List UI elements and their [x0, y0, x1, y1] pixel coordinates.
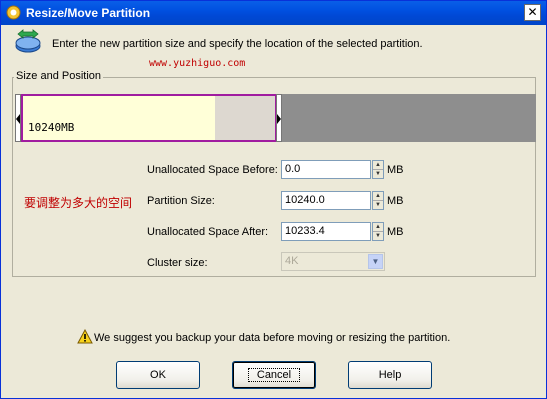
unit-label: MB: [387, 226, 404, 238]
cluster-size-label: Cluster size:: [147, 257, 208, 269]
cancel-button-label: Cancel: [247, 368, 301, 382]
left-handle-arrow-icon: [16, 114, 20, 124]
instruction-text: Enter the new partition size and specify…: [52, 38, 423, 50]
window-title: Resize/Move Partition: [26, 6, 151, 20]
spin-up-icon[interactable]: ▲: [373, 161, 383, 170]
spin-down-icon[interactable]: ▼: [373, 232, 383, 240]
spin-up-icon[interactable]: ▲: [373, 223, 383, 232]
partition-size-label-text: Partition Size:: [147, 195, 215, 207]
chevron-down-icon[interactable]: ▼: [368, 254, 383, 269]
cluster-size-select[interactable]: 4K ▼: [281, 252, 385, 271]
unallocated-after-label: Unallocated Space After:: [147, 226, 269, 238]
left-resize-handle[interactable]: [15, 94, 21, 142]
watermark-text: www.yuzhiguo.com: [149, 58, 246, 69]
warning-text: We suggest you backup your data before m…: [94, 332, 451, 344]
resize-partition-icon: [15, 29, 41, 53]
ok-button[interactable]: OK: [116, 361, 200, 389]
annotation-text: 要调整为多大的空间: [24, 196, 133, 210]
right-handle-arrow-icon: [277, 114, 281, 124]
partition-size-label: 10240MB: [28, 121, 75, 134]
app-icon: [6, 5, 21, 20]
spin-down-icon[interactable]: ▼: [373, 170, 383, 178]
title-bar[interactable]: Resize/Move Partition ✕: [1, 1, 546, 25]
close-button[interactable]: ✕: [524, 4, 541, 21]
unallocated-before-spinner[interactable]: ▲ ▼: [372, 160, 384, 179]
spin-up-icon[interactable]: ▲: [373, 192, 383, 201]
spin-down-icon[interactable]: ▼: [373, 201, 383, 209]
group-title: Size and Position: [14, 70, 103, 82]
partition-block[interactable]: 10240MB: [21, 94, 277, 142]
help-button[interactable]: Help: [348, 361, 432, 389]
resize-move-dialog: Resize/Move Partition ✕ Enter the new pa…: [0, 0, 547, 399]
unallocated-after-spinner[interactable]: ▲ ▼: [372, 222, 384, 241]
cluster-size-value: 4K: [285, 255, 299, 267]
unallocated-before-input[interactable]: 0.0: [281, 160, 371, 179]
partition-size-input[interactable]: 10240.0: [281, 191, 371, 210]
warning-icon: [77, 329, 93, 344]
unit-label: MB: [387, 164, 404, 176]
right-resize-handle[interactable]: [276, 94, 282, 142]
partition-size-spinner[interactable]: ▲ ▼: [372, 191, 384, 210]
unit-label: MB: [387, 195, 404, 207]
cancel-button[interactable]: Cancel: [232, 361, 316, 389]
unallocated-after-input[interactable]: 10233.4: [281, 222, 371, 241]
unallocated-before-label: Unallocated Space Before:: [147, 164, 278, 176]
